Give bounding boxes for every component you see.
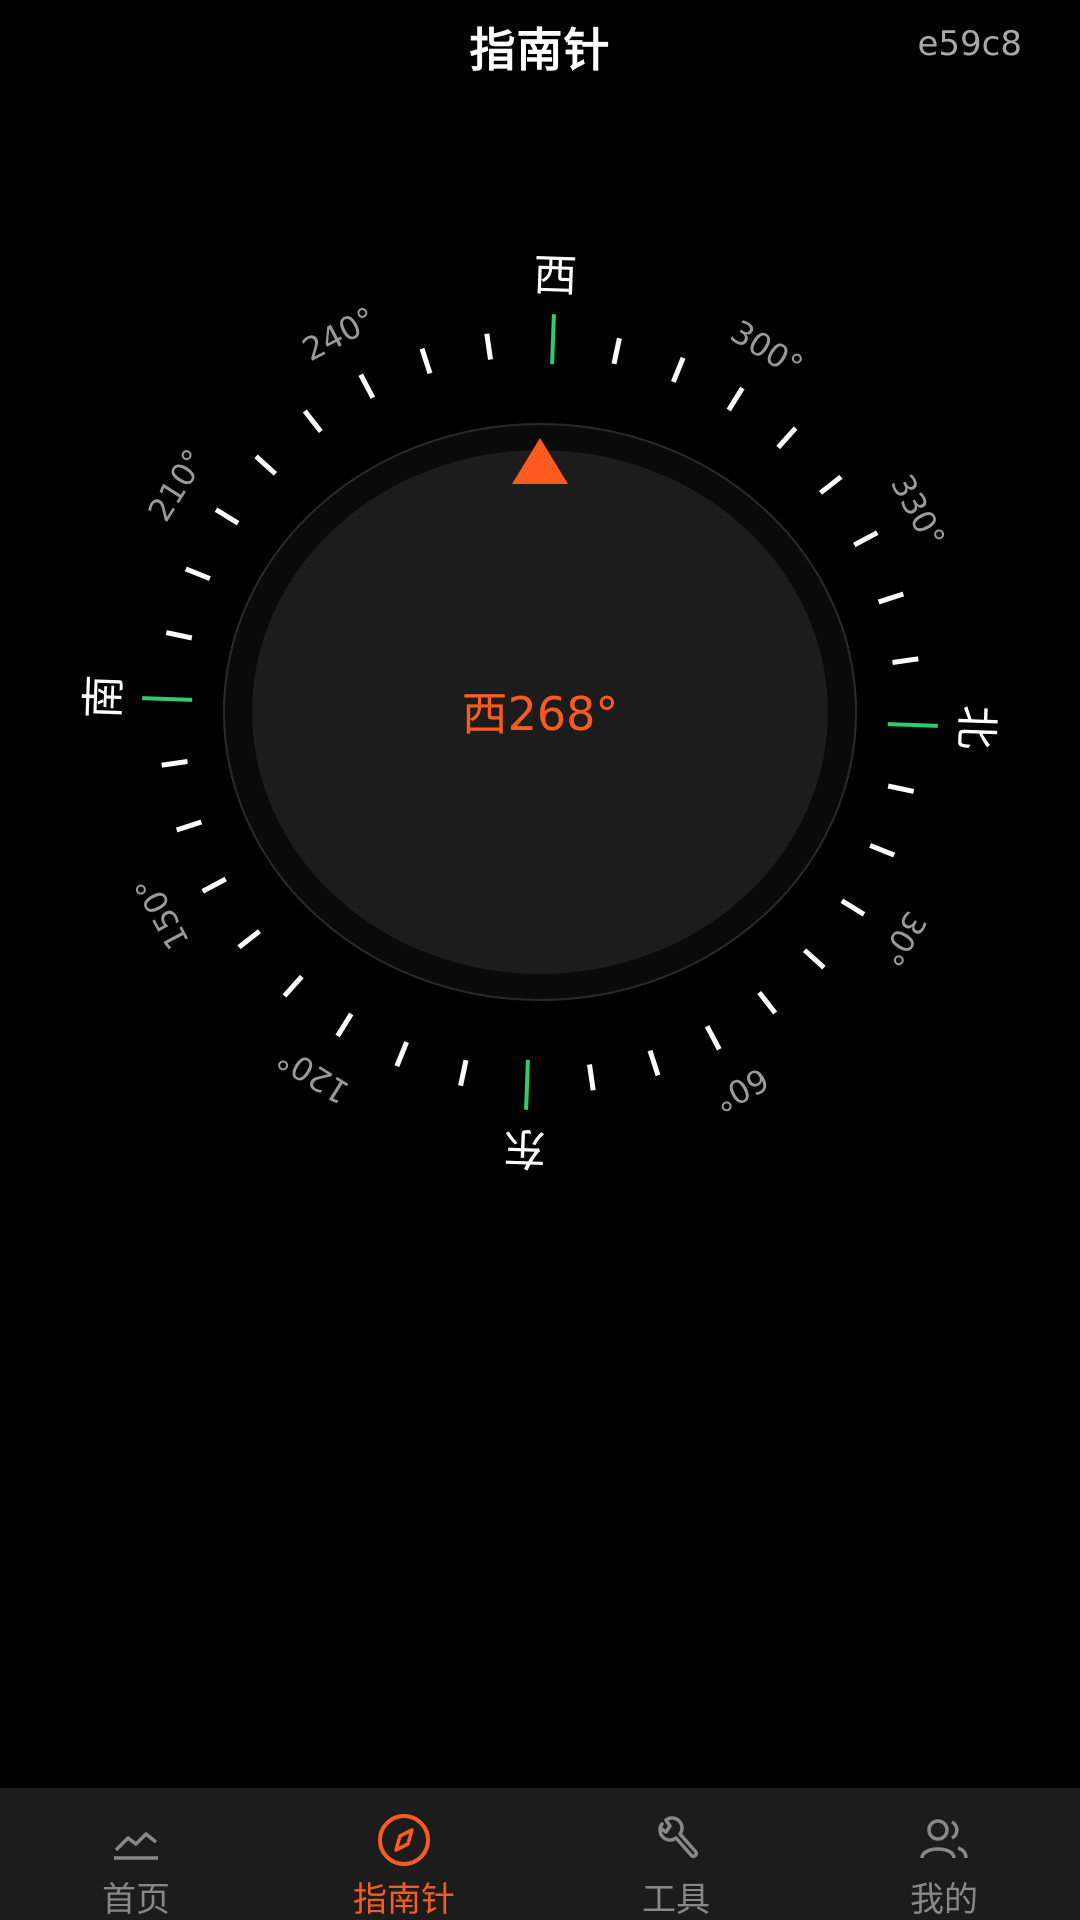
degree-tick	[887, 783, 915, 794]
compass-screen: 指南针 e59c8 西268° 北东南西 30° 60° 120° 150° 210° 24…	[0, 0, 1080, 1920]
tab-compass-label: 指南针	[353, 1880, 455, 1920]
degree-label: 60°	[707, 1060, 775, 1120]
degree-tick	[776, 426, 798, 450]
degree-tick	[335, 1012, 354, 1038]
tab-compass[interactable]: 指南针	[304, 1788, 504, 1920]
degree-label: 150°	[127, 870, 197, 956]
degree-tick	[254, 454, 278, 476]
degree-tick	[184, 566, 211, 581]
degree-label: 210°	[140, 442, 213, 528]
cardinal-tick	[550, 314, 556, 365]
cardinal-label: 西	[532, 250, 578, 303]
degree-tick	[802, 948, 826, 970]
degree-tick	[358, 373, 376, 399]
wrench-icon	[658, 1816, 699, 1859]
degree-tick	[892, 656, 919, 665]
degree-tick	[282, 974, 304, 998]
cardinal-tick	[524, 1059, 530, 1110]
degree-label: 120°	[270, 1038, 356, 1111]
cardinal-label: 东	[502, 1121, 548, 1174]
degree-tick	[726, 386, 745, 412]
degree-tick	[237, 929, 262, 950]
degree-tick	[484, 333, 493, 360]
cardinal-label: 北	[949, 704, 1002, 750]
tab-tools-label: 工具	[642, 1880, 710, 1920]
degree-tick	[161, 759, 188, 768]
degree-tick	[647, 1049, 661, 1077]
cardinal-label: 南	[78, 674, 131, 720]
tab-tools[interactable]: 工具	[576, 1788, 776, 1920]
degree-label: 240°	[296, 299, 382, 369]
home-chart-icon	[114, 1832, 158, 1860]
tab-home-label: 首页	[102, 1880, 170, 1920]
degree-label: 30°	[872, 905, 934, 973]
degree-tick	[165, 630, 193, 641]
compass-icon	[378, 1814, 430, 1866]
degree-tick	[877, 591, 905, 605]
heading-readout: 西268°	[462, 687, 619, 741]
tab-home[interactable]: 首页	[36, 1788, 236, 1920]
degree-tick	[704, 1025, 722, 1051]
degree-tick	[818, 474, 843, 495]
degree-tick	[419, 347, 433, 375]
degree-tick	[394, 1041, 409, 1068]
degree-tick	[840, 898, 866, 917]
degree-tick	[201, 876, 227, 894]
tab-me-label: 我的	[910, 1880, 978, 1920]
degree-tick	[869, 843, 896, 858]
degree-tick	[587, 1064, 596, 1091]
degree-tick	[302, 409, 323, 434]
degree-label: 300°	[724, 312, 810, 385]
tab-me[interactable]: 我的	[844, 1788, 1044, 1920]
degree-tick	[214, 507, 240, 526]
degree-tick	[175, 819, 203, 833]
degree-tick	[671, 356, 686, 383]
compass-dial[interactable]: 西268° 北东 南 西 30° 60° 120° 150° 210° 240° 300° 330°	[0, 0, 1080, 1300]
users-icon	[920, 1819, 968, 1859]
cardinal-tick	[142, 696, 193, 702]
degree-label: 330°	[883, 468, 953, 554]
degree-tick	[853, 530, 879, 548]
degree-tick	[757, 990, 778, 1015]
bottom-tab-bar: 首页 指南针 工具 我的	[0, 1788, 1080, 1920]
degree-tick	[458, 1059, 469, 1087]
degree-tick	[611, 337, 622, 365]
cardinal-tick	[887, 722, 938, 728]
